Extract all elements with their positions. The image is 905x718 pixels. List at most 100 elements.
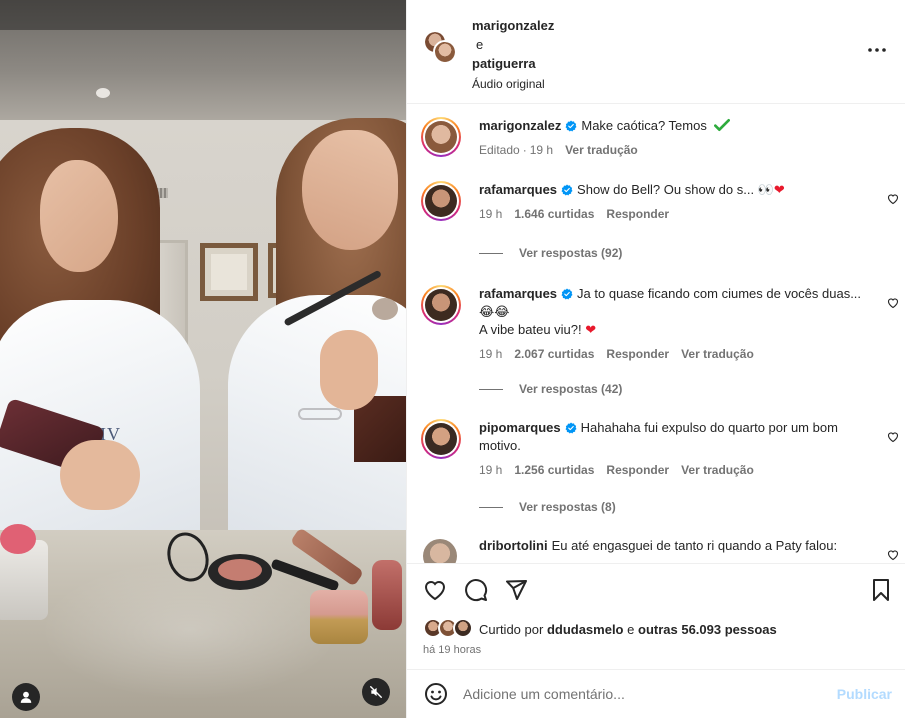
verified-badge-icon bbox=[561, 288, 573, 300]
like-comment-button[interactable] bbox=[887, 297, 899, 312]
replies-line bbox=[479, 388, 503, 390]
verified-badge-icon bbox=[565, 120, 577, 132]
comments-list[interactable]: marigonzalez Make caótica? Temos Editado ·… bbox=[407, 105, 905, 563]
heart-emoji: ❤ bbox=[585, 322, 597, 337]
comment-icon bbox=[465, 579, 488, 602]
avatar[interactable] bbox=[423, 539, 457, 563]
heart-outline-icon bbox=[887, 194, 899, 205]
heart-emoji: ❤ bbox=[773, 182, 785, 197]
makeup-brush-2 bbox=[372, 560, 402, 630]
author-username[interactable]: marigonzalez bbox=[472, 16, 554, 35]
liked-by: Curtido por ddudasmelo e outras 56.093 p… bbox=[423, 618, 777, 640]
comment-text: Eu até engasguei de tanto ri quando a Pa… bbox=[551, 538, 838, 553]
liked-by-prefix: Curtido por bbox=[479, 621, 544, 637]
check-mark-icon bbox=[714, 119, 731, 131]
replies-line bbox=[479, 252, 503, 254]
avatar[interactable] bbox=[421, 181, 461, 221]
comment-username[interactable]: marigonzalez bbox=[479, 118, 561, 133]
comment-button[interactable] bbox=[464, 578, 490, 604]
comment-time[interactable]: 19 h bbox=[479, 207, 502, 221]
reply-button[interactable]: Responder bbox=[606, 347, 669, 361]
comment-username[interactable]: pipomarques bbox=[479, 420, 561, 435]
post-side-panel: marigonzalez e patiguerra Áudio original… bbox=[406, 0, 905, 718]
heart-outline-icon bbox=[887, 550, 899, 561]
comment-meta: 19 h 2.067 curtidas Responder Ver tradução bbox=[479, 345, 869, 363]
person-left-face bbox=[40, 160, 118, 272]
more-options-button[interactable] bbox=[867, 40, 887, 60]
avatar[interactable] bbox=[421, 117, 461, 157]
like-comment-button[interactable] bbox=[887, 193, 899, 208]
send-icon bbox=[506, 580, 527, 600]
like-comment-button[interactable] bbox=[887, 549, 899, 563]
comment-username[interactable]: rafamarques bbox=[479, 182, 557, 197]
replies-line bbox=[479, 506, 503, 508]
author-username[interactable]: patiguerra bbox=[472, 54, 554, 73]
meta-separator: · bbox=[522, 143, 527, 157]
comment-username[interactable]: rafamarques bbox=[479, 286, 557, 301]
post-time[interactable]: há 19 horas bbox=[423, 644, 481, 656]
more-horizontal-icon bbox=[868, 48, 886, 52]
makeup-brush-head bbox=[372, 298, 398, 320]
comment-username[interactable]: dribortolini bbox=[479, 538, 548, 553]
share-button[interactable] bbox=[504, 578, 530, 604]
avatar[interactable] bbox=[433, 40, 457, 64]
view-replies-button[interactable]: Ver respostas (92) bbox=[479, 246, 622, 260]
instagram-post: TIV marigonzalez e patiguerra Áudio orig… bbox=[0, 0, 905, 718]
comment-input[interactable] bbox=[463, 686, 823, 702]
comment-meta: 19 h 1.256 curtidas Responder Ver tradução bbox=[479, 461, 869, 479]
smoke-detector bbox=[96, 88, 110, 98]
translate-button[interactable]: Ver tradução bbox=[565, 143, 638, 157]
scene-picture-frame bbox=[200, 243, 258, 301]
heart-outline-icon bbox=[887, 298, 899, 309]
person-right-face bbox=[302, 130, 398, 250]
reply-button[interactable]: Responder bbox=[606, 207, 669, 221]
comment-likes[interactable]: 2.067 curtidas bbox=[514, 347, 594, 361]
person-right-hand bbox=[320, 330, 378, 410]
liked-by-connector: e bbox=[627, 621, 635, 637]
translate-button[interactable]: Ver tradução bbox=[681, 347, 754, 361]
comment-time[interactable]: 19 h bbox=[530, 143, 553, 157]
comment-likes[interactable]: 1.646 curtidas bbox=[514, 207, 594, 221]
liked-by-others[interactable]: outras 56.093 pessoas bbox=[638, 622, 777, 637]
heart-icon bbox=[424, 581, 446, 601]
tagged-users-button[interactable] bbox=[12, 683, 40, 711]
comment-time[interactable]: 19 h bbox=[479, 347, 502, 361]
comment-meta: 19 h 1.646 curtidas Responder bbox=[479, 205, 869, 223]
comment-text-line2: A vibe bateu viu?! bbox=[479, 322, 582, 337]
translate-button[interactable]: Ver tradução bbox=[681, 463, 754, 477]
comment-text: Make caótica? Temos bbox=[581, 118, 707, 133]
author-connector: e bbox=[476, 37, 484, 52]
mute-button[interactable] bbox=[362, 678, 390, 706]
post-header: marigonzalez e patiguerra Áudio original bbox=[407, 0, 905, 104]
comment-text: Show do Bell? Ou show do s... 👀 bbox=[577, 182, 774, 197]
comment-meta: Editado · 19 h Ver tradução bbox=[479, 141, 869, 159]
post-video[interactable]: TIV bbox=[0, 0, 406, 718]
avatar[interactable] bbox=[421, 419, 461, 459]
audio-link[interactable]: Áudio original bbox=[472, 75, 554, 94]
like-comment-button[interactable] bbox=[887, 431, 899, 446]
view-replies-button[interactable]: Ver respostas (8) bbox=[479, 500, 616, 514]
emoji-icon bbox=[425, 683, 447, 705]
save-button[interactable] bbox=[869, 578, 895, 604]
view-replies-label: Ver respostas (42) bbox=[519, 382, 623, 396]
view-replies-label: Ver respostas (92) bbox=[519, 246, 623, 260]
blush-pan bbox=[208, 554, 272, 590]
publish-button[interactable]: Publicar bbox=[837, 686, 892, 702]
post-actions: Curtido por ddudasmelo e outras 56.093 p… bbox=[407, 563, 905, 669]
scene-shadow bbox=[0, 0, 406, 30]
reply-button[interactable]: Responder bbox=[606, 463, 669, 477]
comment-likes[interactable]: 1.256 curtidas bbox=[514, 463, 594, 477]
view-replies-button[interactable]: Ver respostas (42) bbox=[479, 382, 622, 396]
comment-time[interactable]: 19 h bbox=[479, 463, 502, 477]
makeup-sponge bbox=[0, 524, 36, 554]
bookmark-icon bbox=[873, 579, 889, 601]
like-button[interactable] bbox=[423, 578, 449, 604]
liked-by-user[interactable]: ddudasmelo bbox=[547, 622, 624, 637]
verified-badge-icon bbox=[561, 184, 573, 196]
verified-badge-icon bbox=[565, 422, 577, 434]
comment-composer: Publicar bbox=[407, 669, 905, 718]
avatar[interactable] bbox=[421, 285, 461, 325]
emoji-button[interactable] bbox=[423, 681, 449, 707]
person-left-hand bbox=[60, 440, 140, 510]
makeup-pot bbox=[310, 590, 368, 644]
